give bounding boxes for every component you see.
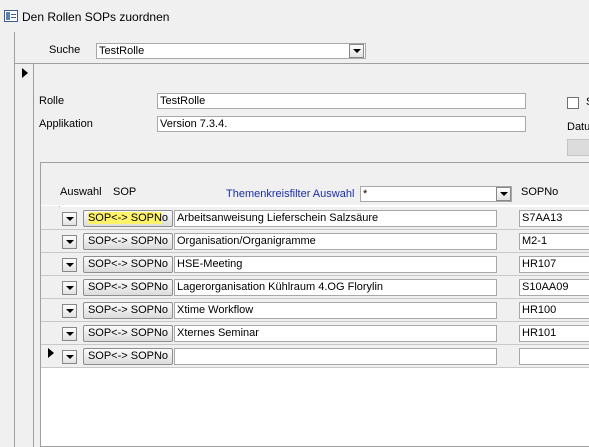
- rolle-label: Rolle: [39, 95, 65, 107]
- col-sopno-header: SOPNo: [521, 186, 559, 198]
- search-combobox[interactable]: TestRolle: [96, 43, 366, 59]
- datum-button-partial[interactable]: [567, 139, 589, 156]
- sopno-field[interactable]: M2-1: [519, 233, 589, 250]
- sop-title-field[interactable]: Lagerorganisation Kühlraum 4.OG Florylin: [174, 279, 497, 296]
- row-divider: [41, 367, 589, 368]
- datum-label-partial: Datu: [567, 121, 589, 133]
- button-label-highlight: SOP<-> SOPN: [87, 212, 162, 224]
- sop-sopno-toggle-button[interactable]: SOP<-> SOPNo: [83, 233, 173, 250]
- new-record-arrow-icon: [48, 348, 54, 358]
- sopno-field[interactable]: S10AA09: [519, 279, 589, 296]
- auswahl-dropdown-button[interactable]: [62, 327, 77, 341]
- sop-title-field[interactable]: Arbeitsanweisung Lieferschein Salzsäure: [174, 210, 497, 227]
- sop-sopno-toggle-button[interactable]: SOP<-> SOPNo: [83, 279, 173, 296]
- themenkreisfilter-value: *: [363, 188, 368, 200]
- sop-title-field[interactable]: Organisation/Organigramme: [174, 233, 497, 250]
- search-dropdown-button[interactable]: [349, 44, 364, 58]
- auswahl-dropdown-button[interactable]: [62, 212, 77, 226]
- sopno-field[interactable]: HR100: [519, 302, 589, 319]
- current-record-arrow-icon: [22, 68, 28, 78]
- sop-sopno-toggle-button[interactable]: SOP<-> SOPNo: [83, 210, 173, 227]
- applikation-label: Applikation: [39, 118, 93, 130]
- auswahl-dropdown-button[interactable]: [62, 281, 77, 295]
- col-sop-header: SOP: [113, 186, 137, 198]
- sopno-field[interactable]: HR107: [519, 256, 589, 273]
- button-label-rest: o: [161, 212, 169, 224]
- sop-title-field[interactable]: Xternes Seminar: [174, 325, 497, 342]
- sopno-field[interactable]: [519, 348, 589, 365]
- auswahl-dropdown-button[interactable]: [62, 235, 77, 249]
- auswahl-dropdown-button[interactable]: [62, 304, 77, 318]
- themenkreisfilter-combobox[interactable]: *: [360, 186, 512, 202]
- sop-sopno-toggle-button[interactable]: SOP<-> SOPNo: [83, 256, 173, 273]
- sop-sopno-toggle-button[interactable]: SOP<-> SOPNo: [83, 302, 173, 319]
- themenkreisfilter-label: Themenkreisfilter Auswahl: [226, 188, 355, 200]
- search-label: Suche: [49, 44, 81, 56]
- sop-title-field[interactable]: Xtime Workflow: [174, 302, 497, 319]
- record-selector[interactable]: [15, 64, 34, 447]
- search-value: TestRolle: [99, 45, 145, 57]
- sop-sopno-toggle-button[interactable]: SOP<-> SOPNo: [83, 348, 173, 365]
- rolle-field[interactable]: TestRolle: [157, 93, 526, 109]
- col-auswahl-header: Auswahl: [60, 186, 102, 198]
- applikation-field[interactable]: Version 7.3.4.: [157, 116, 526, 132]
- sop-title-field[interactable]: HSE-Meeting: [174, 256, 497, 273]
- sopno-field[interactable]: S7AA13: [519, 210, 589, 227]
- sop-title-field[interactable]: [174, 348, 497, 365]
- window-title: Den Rollen SOPs zuordnen: [22, 10, 170, 24]
- auswahl-dropdown-button[interactable]: [62, 258, 77, 272]
- sop-sopno-toggle-button[interactable]: SOP<-> SOPNo: [83, 325, 173, 342]
- auswahl-dropdown-button[interactable]: [62, 350, 77, 364]
- sopno-field[interactable]: HR101: [519, 325, 589, 342]
- partial-checkbox[interactable]: [567, 97, 579, 109]
- themenkreisfilter-dropdown-button[interactable]: [496, 187, 511, 201]
- form-icon: [4, 10, 18, 22]
